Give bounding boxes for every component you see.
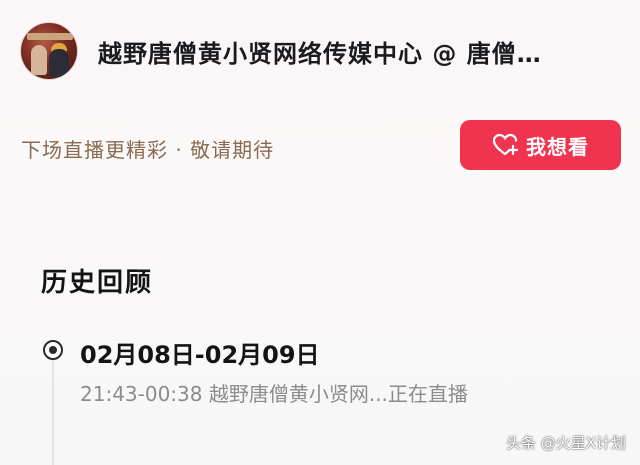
timeline-line — [52, 360, 54, 465]
timeline-dot-icon — [43, 340, 63, 360]
live-room-page: 越野唐僧黄小贤网络传媒中心 @ 唐僧… 下场直播更精彩 · 敬请期待 我想看 历… — [0, 0, 640, 465]
streamer-name[interactable]: 越野唐僧黄小贤网络传媒中心 @ 唐僧… — [98, 34, 618, 69]
history-record-detail[interactable]: 21:43-00:38 越野唐僧黄小贤网...正在直播 — [80, 378, 620, 407]
watermark: 头条 @火星X计划 — [505, 434, 626, 452]
history-record-date[interactable]: 02月08日-02月09日 — [80, 335, 320, 370]
heart-plus-icon — [492, 133, 518, 156]
avatar-figure — [49, 49, 69, 77]
avatar-figure — [31, 45, 47, 75]
streamer-header: 越野唐僧黄小贤网络传媒中心 @ 唐僧… — [0, 0, 640, 108]
want-to-watch-button[interactable]: 我想看 — [460, 120, 621, 170]
next-stream-tagline: 下场直播更精彩 · 敬请期待 — [21, 138, 275, 162]
want-to-watch-label: 我想看 — [526, 134, 589, 159]
avatar[interactable] — [20, 22, 78, 80]
avatar-banner — [27, 33, 73, 40]
history-title: 历史回顾 — [41, 268, 154, 298]
